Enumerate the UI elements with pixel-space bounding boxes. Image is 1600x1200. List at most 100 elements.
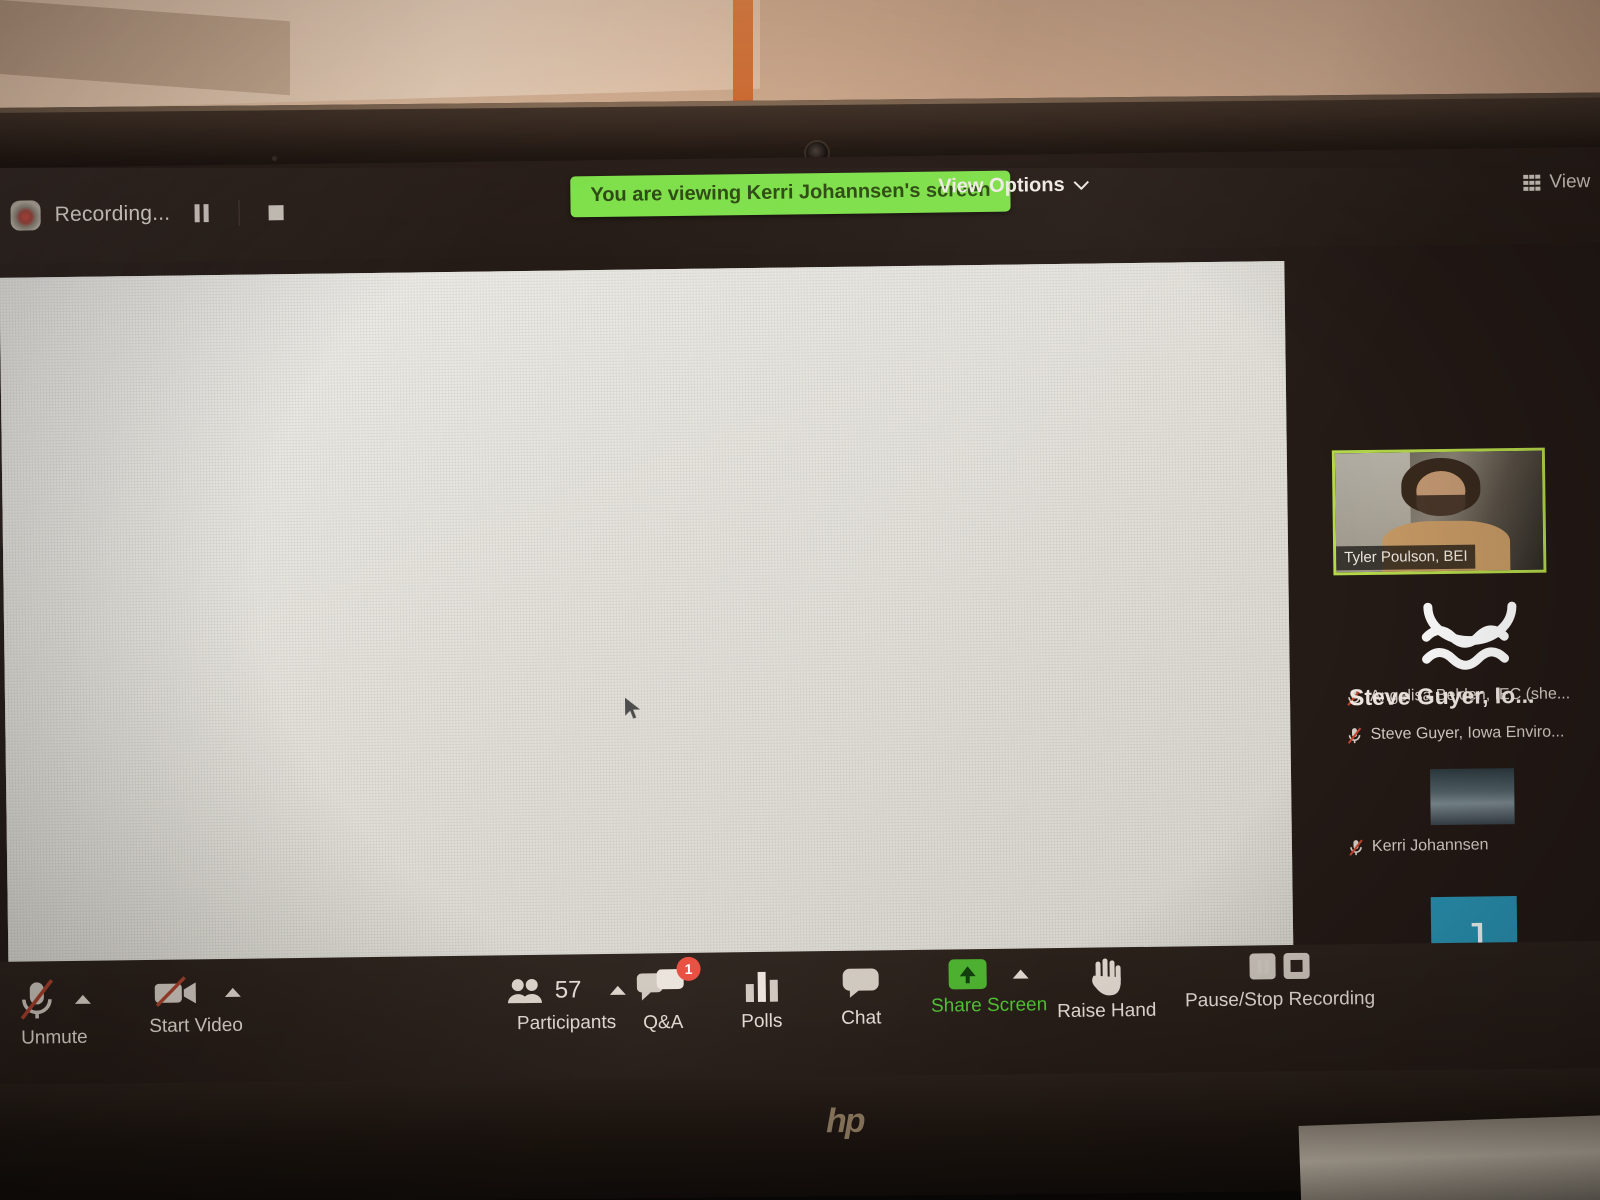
pause-recording-button[interactable] <box>184 198 218 228</box>
plaque-sub-text: 2011 ENERGY STAR BUILDING <box>218 633 324 660</box>
panel-title-line1: Renewable <box>432 729 611 772</box>
panel-image-energy-efficiency: ENERGY STAR 2011 ENERGY STAR BUILDING <box>168 484 370 685</box>
chat-icon <box>842 968 879 998</box>
participants-count: 57 <box>554 976 582 1004</box>
rail-label-steve: Steve Guyer, Iowa Enviro... <box>1321 723 1600 745</box>
mic-off-icon <box>20 979 54 1020</box>
panel-image-renewable-energy <box>418 480 620 682</box>
panel-title-line1: Electric <box>713 727 831 768</box>
active-speaker-name: Tyler Poulson, BEI <box>1336 544 1476 571</box>
wave-avatar-icon <box>1421 601 1517 670</box>
energy-star-plaque-photo: ENERGY STAR 2011 ENERGY STAR BUILDING <box>168 488 365 681</box>
view-button-label: View <box>1549 171 1591 193</box>
panel-title-line2: Energy <box>465 773 579 814</box>
panel-title-line1: Progressive <box>928 723 1117 765</box>
stop-recording-button[interactable] <box>259 197 293 227</box>
participant-name: Steve Guyer, Iowa Enviro... <box>1370 723 1565 743</box>
recording-indicator-group: Recording... <box>0 197 293 231</box>
laptop-screen: Recording... You are viewing Kerri Johan… <box>0 146 1600 1108</box>
slide-top-blue-bar <box>47 279 168 294</box>
car-wheel-rear <box>804 616 838 658</box>
rail-label-kerri: Kerri Johannsen <box>1323 835 1600 857</box>
panel-energy-efficiency: ENERGY STAR 2011 ENERGY STAR BUILDING Ene… <box>147 457 395 964</box>
panel-label-energy-efficiency: Energy Efficiency <box>151 732 391 820</box>
share-screen-icon <box>948 958 987 990</box>
rail-item-steve-guyer[interactable]: Steve Guyer, Iowa Enviro... <box>1321 723 1600 745</box>
share-options-caret-icon[interactable] <box>1012 968 1029 979</box>
panel-title-line2: Grid <box>989 766 1057 807</box>
unmute-button[interactable]: Unmute <box>17 977 92 1050</box>
rooftop-solar-panels-photo <box>418 484 620 682</box>
polls-icon <box>745 971 778 1003</box>
qa-label: Q&A <box>643 1011 684 1034</box>
raise-hand-button[interactable]: Raise Hand <box>1056 955 1157 1023</box>
grid-node-dots <box>923 478 1117 671</box>
panel-image-progressive-grid <box>919 474 1121 675</box>
participant-name: Kerri Johannsen <box>1371 836 1489 855</box>
view-options-button[interactable]: View Options <box>938 174 1090 199</box>
chevron-down-icon <box>1073 180 1090 190</box>
panel-image-electric-vehicles: electric vehicle <box>669 477 870 679</box>
polls-button[interactable]: Polls <box>741 968 783 1034</box>
plaque-body <box>225 511 315 604</box>
panel-renewable-energy: Renewable Energy <box>398 454 645 964</box>
polls-label: Polls <box>741 1010 783 1033</box>
laptop-base-edge <box>1298 1114 1600 1200</box>
raise-hand-label: Raise Hand <box>1056 999 1157 1023</box>
pause-stop-icons <box>1184 952 1374 980</box>
start-video-label: Start Video <box>149 1014 244 1037</box>
view-layout-button[interactable]: View <box>1523 171 1590 194</box>
hp-logo: hp <box>825 1101 864 1141</box>
photo-of-laptop-screen: 1/1 Recording... You are <box>0 0 1600 1200</box>
share-screen-button[interactable]: Share Screen <box>930 958 1047 1018</box>
stop-icon <box>268 204 284 220</box>
night-mountain-city-grid-photo <box>923 478 1117 671</box>
pause-icon <box>194 204 209 223</box>
panel-label-progressive-grid: Progressive Grid <box>903 722 1143 810</box>
participants-icon <box>507 978 542 1004</box>
video-options-caret-icon[interactable] <box>224 987 241 997</box>
car-wheel-front <box>698 618 731 659</box>
pause-stop-recording-label: Pause/Stop Recording <box>1184 987 1376 1012</box>
audio-options-caret-icon[interactable] <box>74 994 91 1004</box>
white-electric-car-photo: electric vehicle <box>673 481 866 675</box>
stop-icon[interactable] <box>1283 952 1310 980</box>
orange-tape <box>733 0 753 104</box>
recording-icon <box>10 200 41 231</box>
grid-icon <box>1523 174 1541 192</box>
pinned-participant-name: Steve Guyer, Io... <box>1348 681 1535 711</box>
solar-panel-array <box>418 590 620 682</box>
video-off-icon <box>154 976 196 1008</box>
plaque-band-text: ENERGY STAR <box>219 598 323 625</box>
pause-stop-recording-button[interactable]: Pause/Stop Recording <box>1184 952 1375 1012</box>
panel-title-line2: Vehicles <box>705 769 840 811</box>
qa-button[interactable]: 1 Q&A <box>636 956 701 1035</box>
participants-caret-icon[interactable] <box>609 985 626 995</box>
panel-title-line2: Efficiency <box>195 776 348 818</box>
raise-hand-icon <box>1091 958 1121 996</box>
toolbar-divider <box>238 199 240 226</box>
tree-silhouette-avatar <box>1429 768 1515 826</box>
unmute-label: Unmute <box>20 1026 88 1049</box>
chat-button[interactable]: Chat <box>841 966 882 1030</box>
active-speaker-tile[interactable]: Tyler Poulson, BEI <box>1331 447 1547 576</box>
speaker-beard <box>1416 494 1467 517</box>
participants-button[interactable]: 57 Participants <box>507 976 626 1036</box>
panel-label-electric-vehicles: Electric Vehicles <box>652 725 892 813</box>
zoom-meeting-window: Recording... You are viewing Kerri Johan… <box>0 146 1600 1108</box>
recording-status-label: Recording... <box>54 201 171 227</box>
mic-off-icon <box>1347 726 1362 744</box>
pause-icon[interactable] <box>1249 953 1276 980</box>
zoom-top-bar: Recording... You are viewing Kerri Johan… <box>0 146 1600 264</box>
mouse-cursor-icon <box>624 697 641 719</box>
share-screen-label: Share Screen <box>930 994 1048 1017</box>
qa-unread-badge: 1 <box>676 956 701 982</box>
mic-off-icon <box>1349 838 1363 856</box>
participants-label: Participants <box>516 1011 617 1035</box>
shared-screen-slide[interactable]: ENERGY STAR 2011 ENERGY STAR BUILDING Ene… <box>0 261 1294 964</box>
view-options-label: View Options <box>938 173 1065 198</box>
start-video-button[interactable]: Start Video <box>149 973 243 1038</box>
bezel-dot-left <box>272 156 277 161</box>
chat-label: Chat <box>841 1007 882 1029</box>
rail-item-kerri-johannsen[interactable]: Kerri Johannsen <box>1322 767 1600 857</box>
